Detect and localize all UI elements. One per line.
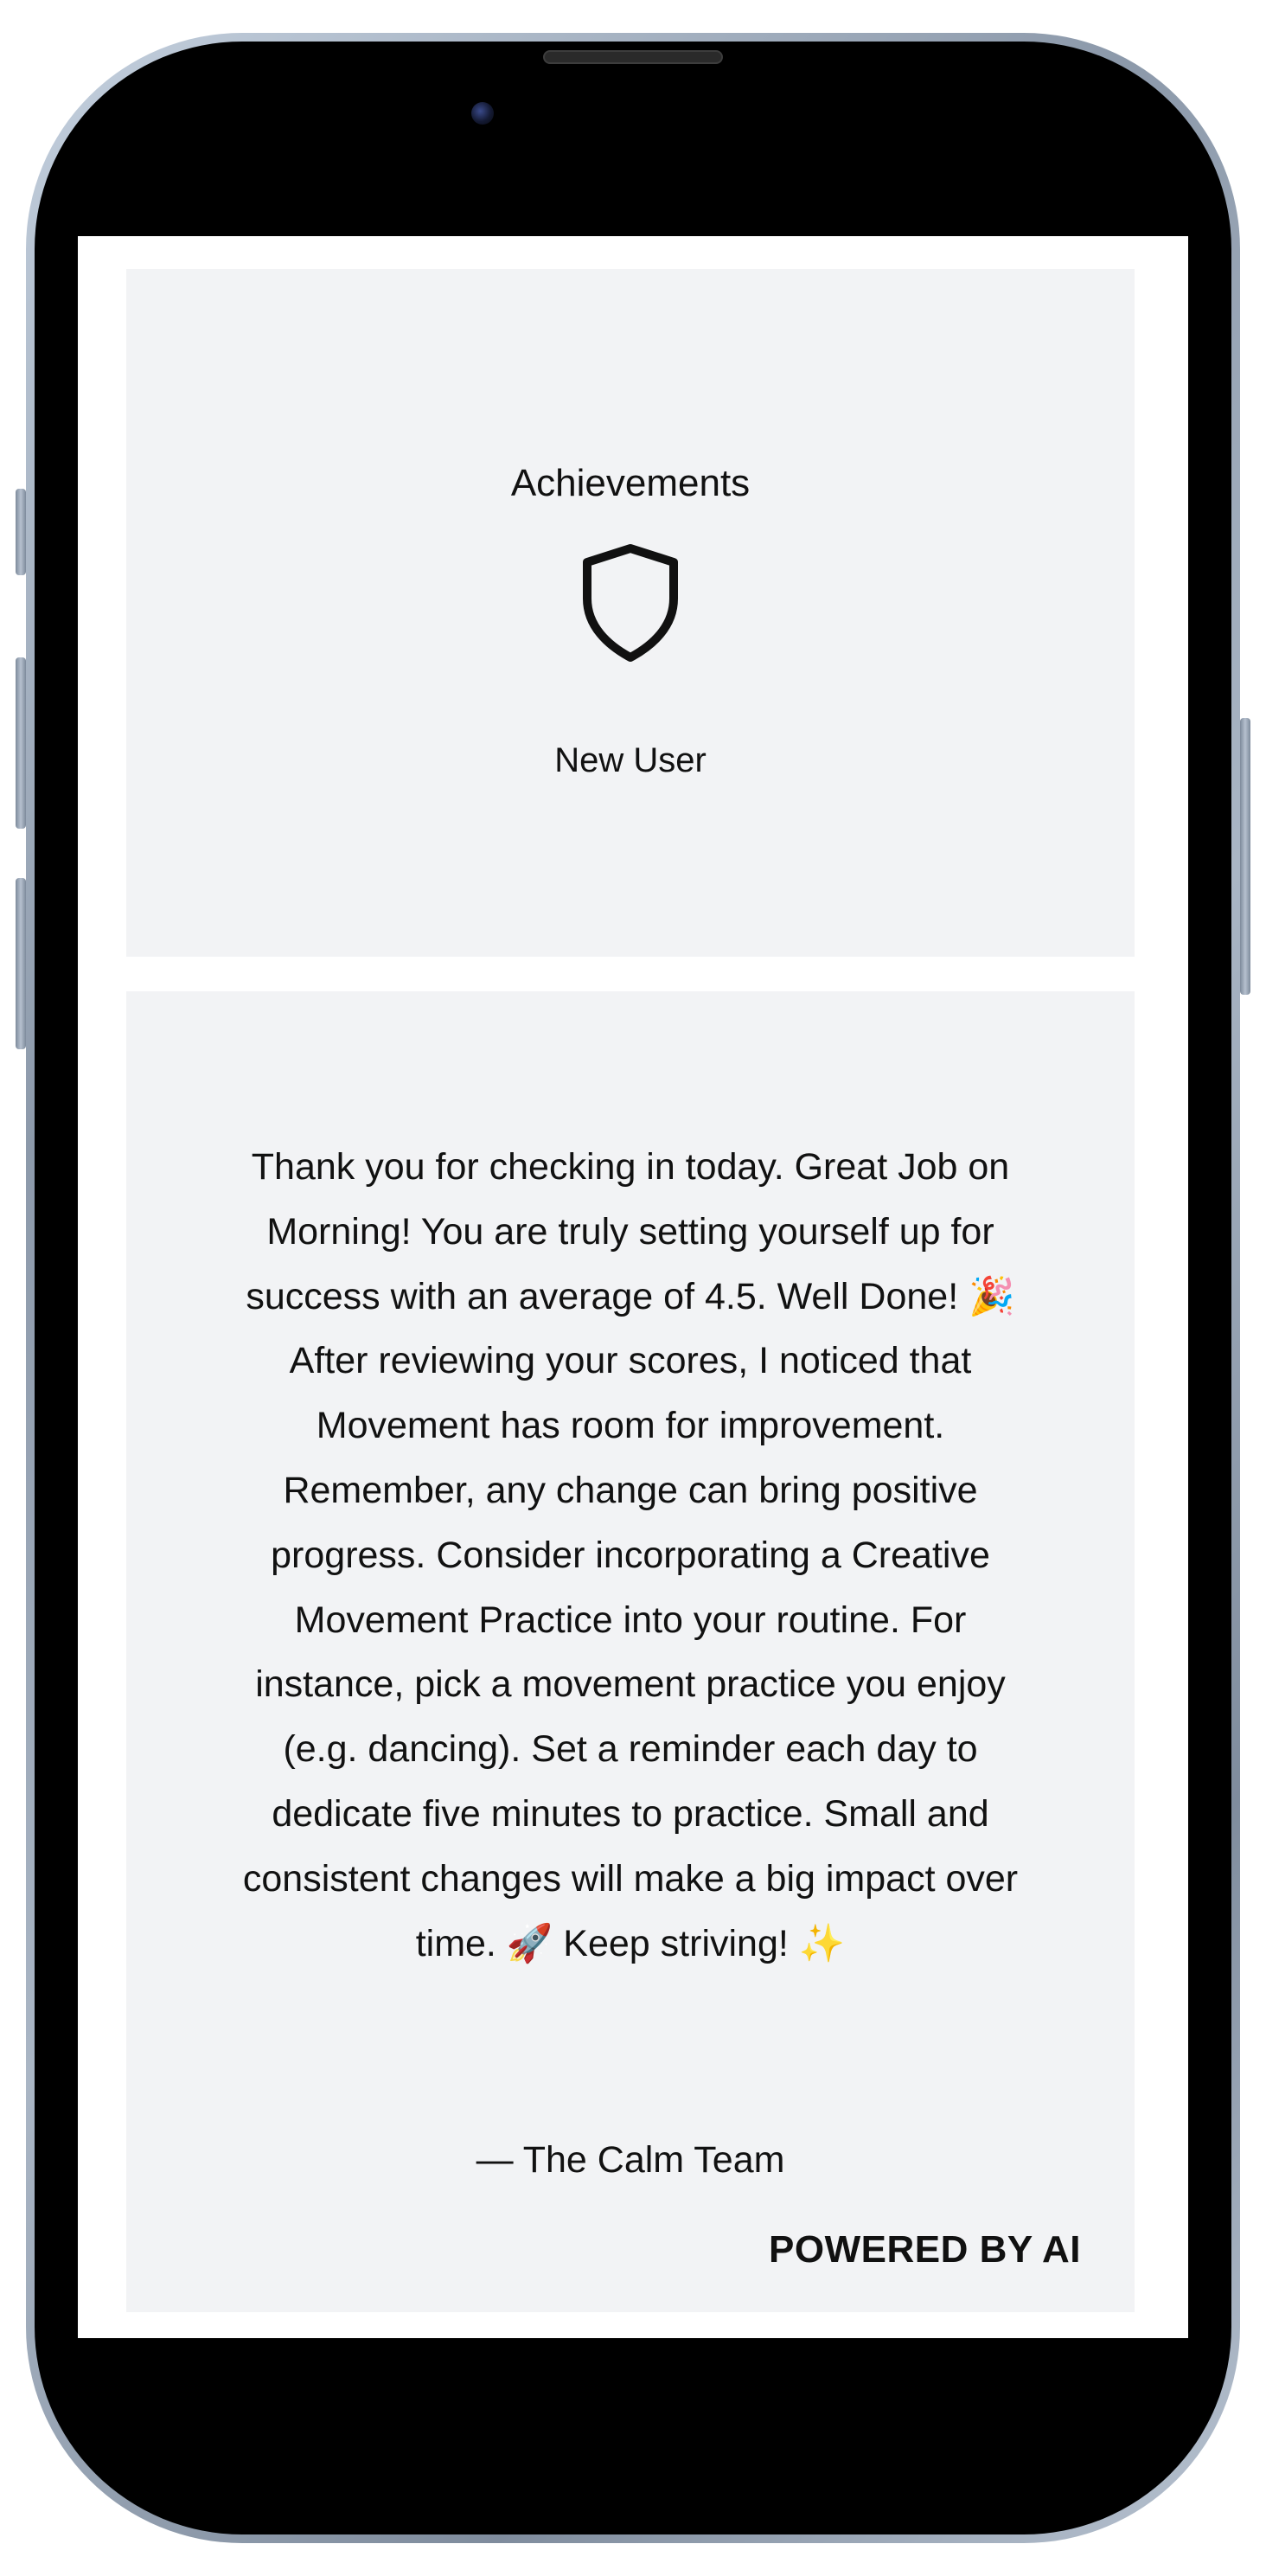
app-screen[interactable]: Achievements New User Thank you for chec… bbox=[78, 236, 1188, 2338]
badge-label: New User bbox=[554, 741, 707, 779]
signature: — The Calm Team bbox=[476, 2139, 785, 2181]
power-button bbox=[1240, 718, 1250, 995]
front-camera-icon bbox=[471, 102, 494, 125]
shield-icon bbox=[583, 544, 678, 662]
earpiece-speaker bbox=[543, 50, 723, 64]
volume-up-button bbox=[16, 657, 26, 829]
action-button bbox=[16, 489, 26, 575]
powered-by-ai-label: POWERED BY AI bbox=[769, 2228, 1081, 2271]
achievements-card: Achievements New User bbox=[126, 269, 1135, 957]
achievements-title: Achievements bbox=[510, 462, 751, 504]
message-card: Thank you for checking in today. Great J… bbox=[126, 991, 1135, 2312]
device-stage: Achievements New User Thank you for chec… bbox=[0, 0, 1266, 2576]
feedback-message: Thank you for checking in today. Great J… bbox=[242, 1146, 1019, 1964]
volume-down-button bbox=[16, 878, 26, 1049]
